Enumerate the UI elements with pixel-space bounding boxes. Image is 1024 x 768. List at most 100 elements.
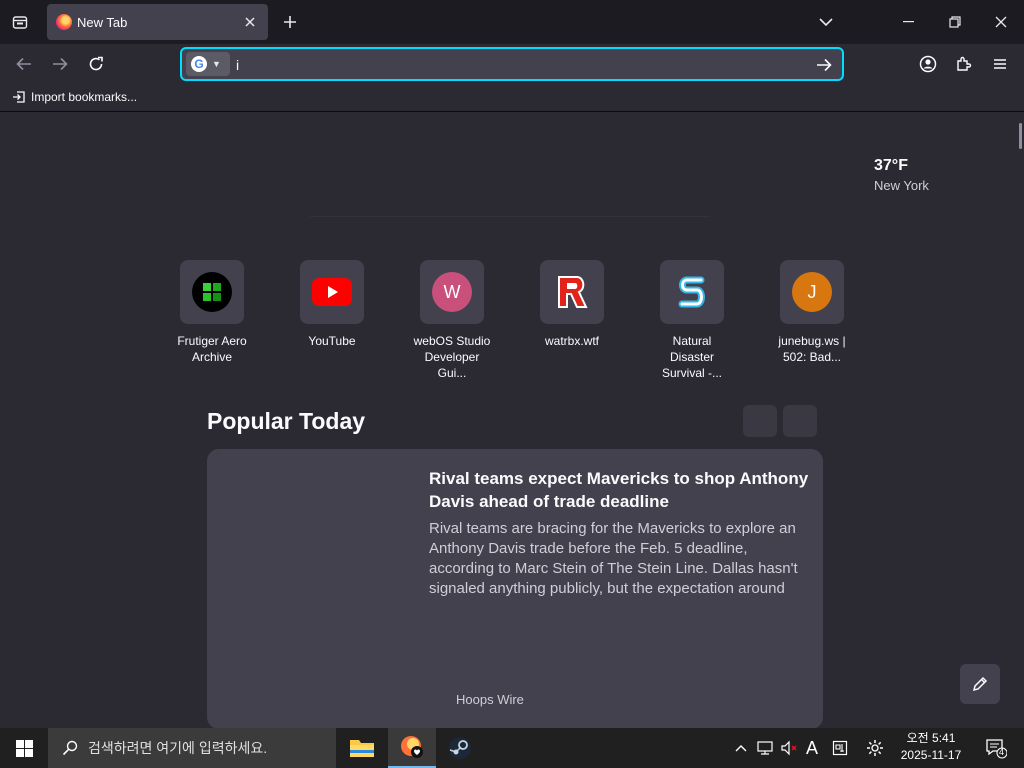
title-bar: New Tab — [0, 0, 1024, 44]
clock-date: 2025-11-17 — [900, 748, 962, 762]
arrow-right-icon — [53, 57, 68, 71]
minimize-button[interactable] — [886, 0, 932, 44]
network-button[interactable] — [754, 728, 776, 768]
tab-new-tab[interactable]: New Tab — [47, 4, 268, 40]
top-site-icon-box — [300, 260, 364, 324]
weather-location: New York — [874, 178, 929, 193]
taskbar-firefox[interactable] — [388, 728, 436, 768]
reload-button[interactable] — [80, 48, 112, 80]
search-icon — [62, 740, 78, 756]
taskbar-search-placeholder: 검색하려면 여기에 입력하세요. — [88, 740, 268, 756]
top-site-label: YouTube — [308, 334, 356, 348]
divider — [310, 216, 710, 217]
account-icon — [919, 55, 937, 73]
import-bookmarks-button[interactable]: Import bookmarks... — [12, 90, 137, 104]
top-site-label: junebug.ws | 502: Bad... — [778, 334, 846, 364]
steam-icon — [449, 737, 471, 759]
extensions-button[interactable] — [948, 48, 980, 80]
letter-j-icon: J — [792, 272, 832, 312]
url-input[interactable] — [236, 54, 796, 76]
pencil-icon — [972, 676, 988, 692]
chevron-down-icon — [819, 18, 833, 27]
navigation-toolbar: G ▼ — [0, 44, 1024, 84]
top-site-icon-box: J — [780, 260, 844, 324]
input-indicator[interactable]: A — [802, 728, 822, 768]
settings-button[interactable] — [862, 728, 888, 768]
volume-muted-icon — [781, 740, 797, 756]
forward-button[interactable] — [44, 48, 76, 80]
restore-button[interactable] — [932, 0, 978, 44]
taskbar-search[interactable]: 검색하려면 여기에 입력하세요. — [48, 728, 336, 768]
taskbar-steam[interactable] — [436, 728, 484, 768]
chevron-down-icon: ▼ — [212, 59, 221, 69]
weather-widget[interactable]: 37°F New York — [874, 157, 929, 193]
scrollbar[interactable] — [1019, 123, 1022, 149]
notification-count: 4 — [999, 747, 1005, 757]
keyboard-icon — [832, 740, 848, 756]
puzzle-icon — [957, 56, 972, 71]
hamburger-menu-icon — [994, 59, 1006, 69]
account-button[interactable] — [912, 48, 944, 80]
minimize-icon — [903, 21, 914, 23]
app-menu-button[interactable] — [984, 48, 1016, 80]
next-page-button[interactable] — [783, 405, 817, 437]
network-icon — [757, 741, 773, 755]
s-logo-icon — [678, 276, 705, 308]
tab-close-button[interactable] — [240, 12, 260, 32]
bookmarks-toolbar: Import bookmarks... — [0, 84, 1024, 112]
letter-w-icon: W — [432, 272, 472, 312]
top-site-tile[interactable]: Frutiger Aero Archive — [170, 260, 254, 365]
top-sites: Frutiger Aero Archive YouTube W webOS St… — [170, 260, 860, 380]
firefox-view-icon — [12, 16, 28, 29]
section-title: Popular Today — [207, 408, 366, 434]
show-hidden-icons-button[interactable] — [730, 728, 752, 768]
new-tab-page: 37°F New York Frutiger Aero Archive YouT… — [0, 113, 1024, 728]
top-site-label: Natural Disaster Survival -... — [661, 334, 722, 380]
list-all-tabs-button[interactable] — [810, 6, 842, 38]
top-site-tile[interactable]: Natural Disaster Survival -... — [650, 260, 734, 381]
restore-icon — [949, 16, 961, 28]
top-site-tile[interactable]: YouTube — [290, 260, 374, 349]
arrow-left-icon — [16, 57, 31, 71]
youtube-icon — [312, 278, 352, 306]
top-site-icon-box — [540, 260, 604, 324]
import-icon — [13, 91, 25, 103]
go-button[interactable] — [812, 53, 836, 77]
story-summary: Rival teams are bracing for the Maverick… — [429, 520, 798, 597]
firefox-view-button[interactable] — [4, 6, 36, 38]
plus-icon — [284, 16, 296, 28]
new-tab-button[interactable] — [274, 6, 306, 38]
ime-mode-button[interactable] — [828, 728, 852, 768]
top-site-tile[interactable]: J junebug.ws | 502: Bad... — [770, 260, 854, 365]
taskbar-clock[interactable]: 오전 5:41 2025-11-17 — [892, 730, 970, 764]
google-icon: G — [191, 56, 207, 72]
taskbar: 검색하려면 여기에 입력하세요. A 오전 5:41 2025-11-17 4 — [0, 728, 1024, 768]
top-site-tile[interactable]: W webOS Studio Developer Gui... — [410, 260, 494, 381]
top-site-label: Frutiger Aero Archive — [177, 334, 247, 364]
top-site-icon-box: W — [420, 260, 484, 324]
previous-page-button[interactable] — [743, 405, 777, 437]
chevron-up-icon — [735, 745, 747, 752]
weather-temperature: 37°F — [874, 157, 908, 174]
close-icon — [245, 17, 255, 27]
tab-title: New Tab — [77, 15, 128, 30]
story-headline: Rival teams expect Mavericks to shop Ant… — [429, 469, 809, 511]
story-card[interactable]: Rival teams expect Mavericks to shop Ant… — [207, 449, 823, 728]
customize-button[interactable] — [960, 664, 1000, 704]
volume-button[interactable] — [778, 728, 800, 768]
window-close-button[interactable] — [978, 0, 1024, 44]
top-site-label: webOS Studio Developer Gui... — [413, 334, 491, 380]
roblox-r-icon — [558, 276, 588, 308]
windows-logo-icon — [192, 272, 232, 312]
taskbar-file-explorer[interactable] — [338, 728, 386, 768]
reload-icon — [89, 56, 103, 71]
folder-icon — [350, 740, 374, 757]
top-site-tile[interactable]: watrbx.wtf — [530, 260, 614, 349]
search-engine-button[interactable]: G ▼ — [186, 52, 230, 76]
notification-center-button[interactable]: 4 — [978, 728, 1014, 768]
top-site-label: watrbx.wtf — [544, 334, 599, 348]
start-button[interactable] — [0, 728, 48, 768]
address-bar[interactable]: G ▼ — [180, 47, 844, 81]
back-button[interactable] — [8, 48, 40, 80]
story-source: Hoops Wire — [456, 692, 524, 707]
